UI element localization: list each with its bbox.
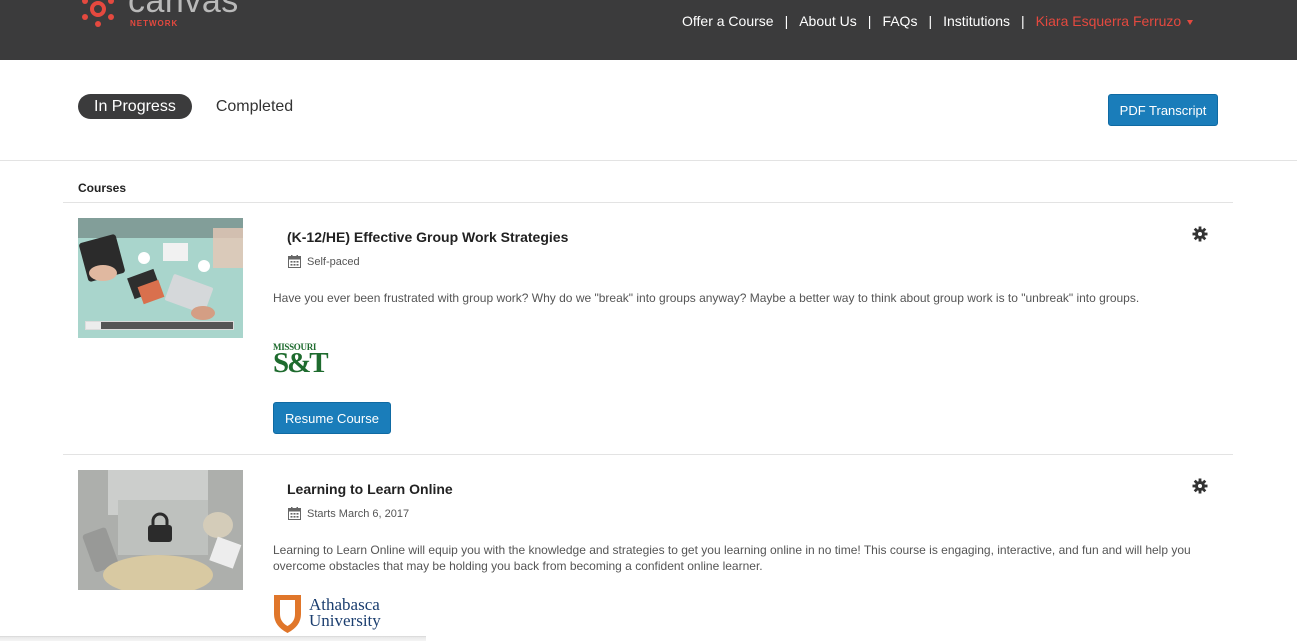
- course-card: (K-12/HE) Effective Group Work Strategie…: [78, 218, 1218, 438]
- resume-course-button[interactable]: Resume Course: [273, 402, 391, 434]
- missouri-logo-line2: S&T: [273, 347, 329, 379]
- group-work-image: [78, 218, 243, 338]
- courses-divider: [63, 202, 1233, 203]
- course-pace: Self-paced: [307, 255, 360, 268]
- course-thumbnail[interactable]: [78, 470, 243, 590]
- status-bar-edge: [0, 636, 426, 641]
- course-meta: Starts March 6, 2017: [288, 507, 409, 520]
- nav-about-us[interactable]: About Us: [799, 13, 857, 29]
- course-meta: Self-paced: [288, 255, 360, 268]
- courses-heading: Courses: [78, 181, 127, 195]
- course-description: Learning to Learn Online will equip you …: [273, 543, 1191, 573]
- athabasca-shield-icon: [274, 595, 301, 633]
- nav-separator: |: [928, 13, 933, 29]
- course-thumbnail[interactable]: [78, 218, 243, 338]
- nav-separator: |: [1021, 13, 1025, 29]
- logo-subtitle: NETWORK: [130, 19, 179, 28]
- course-progress-fill: [86, 322, 101, 329]
- section-divider: [0, 160, 1297, 161]
- course-title[interactable]: (K-12/HE) Effective Group Work Strategie…: [287, 229, 568, 245]
- course-title[interactable]: Learning to Learn Online: [287, 481, 453, 497]
- top-navigation-bar: canvas NETWORK Offer a Course | About Us…: [0, 0, 1297, 60]
- nav-offer-a-course[interactable]: Offer a Course: [682, 13, 774, 29]
- course-card: Learning to Learn Online Starts March 6,…: [78, 470, 1218, 641]
- nav-separator: |: [867, 13, 872, 29]
- course-start-date: Starts March 6, 2017: [307, 507, 410, 520]
- canvas-logo-icon: [82, 0, 114, 27]
- calendar-icon: [288, 507, 301, 520]
- athabasca-logo-line2: University: [309, 611, 381, 630]
- missouri-st-logo: MISSOURI S&T: [273, 342, 333, 384]
- nav-institutions[interactable]: Institutions: [943, 13, 1010, 29]
- athabasca-university-logo: Athabasca University: [273, 594, 393, 636]
- course-divider: [63, 454, 1233, 455]
- main-nav: Offer a Course | About Us | FAQs | Insti…: [682, 13, 1194, 29]
- course-status-tabs: In Progress Completed: [78, 94, 293, 119]
- gear-icon[interactable]: [1192, 478, 1208, 494]
- caret-down-icon: [1187, 19, 1194, 25]
- gear-icon[interactable]: [1192, 226, 1208, 242]
- tab-in-progress[interactable]: In Progress: [78, 94, 192, 119]
- lock-icon: [148, 512, 172, 542]
- user-menu[interactable]: Kiara Esquerra Ferruzo: [1036, 13, 1194, 29]
- canvas-network-logo[interactable]: canvas NETWORK: [78, 0, 258, 30]
- course-progress-bar: [85, 321, 234, 330]
- tab-completed[interactable]: Completed: [216, 94, 293, 119]
- user-name: Kiara Esquerra Ferruzo: [1035, 13, 1182, 29]
- logo-wordmark: canvas: [128, 0, 239, 20]
- nav-faqs[interactable]: FAQs: [882, 13, 917, 29]
- course-description: Have you ever been frustrated with group…: [273, 291, 1140, 305]
- calendar-icon: [288, 255, 301, 268]
- nav-separator: |: [784, 13, 789, 29]
- pdf-transcript-button[interactable]: PDF Transcript: [1108, 94, 1218, 126]
